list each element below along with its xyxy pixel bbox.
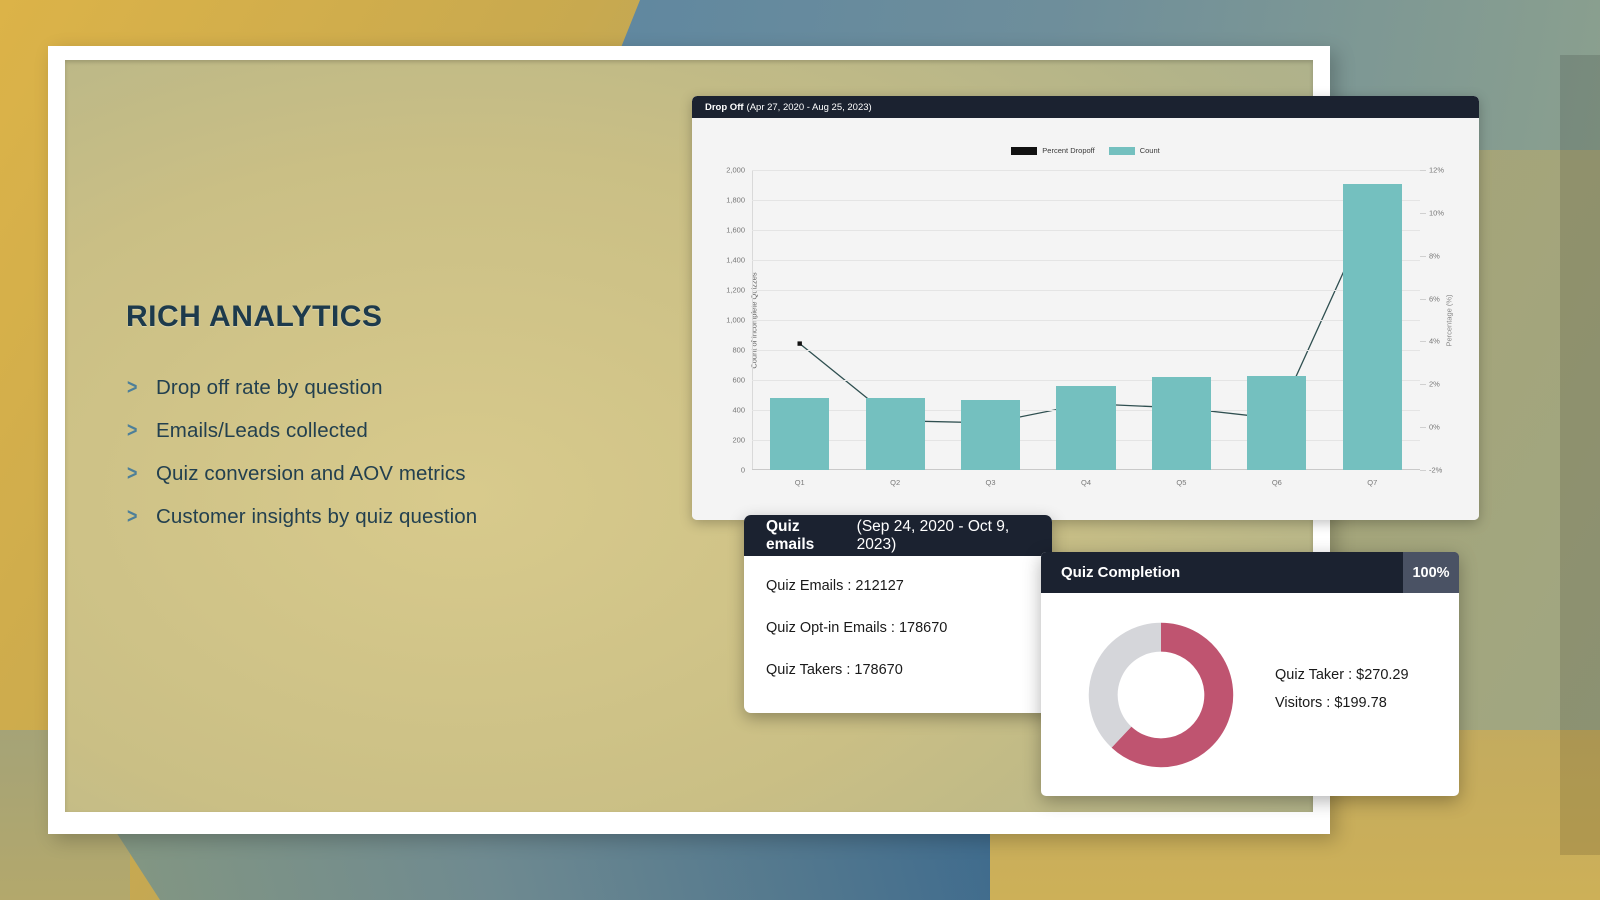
y-axis-tick-label: 1,000 bbox=[726, 315, 745, 325]
chart-gridline bbox=[752, 290, 1420, 291]
chevron-right-icon: > bbox=[127, 505, 138, 528]
dropoff-card-date-range: (Apr 27, 2020 - Aug 25, 2023) bbox=[746, 101, 872, 113]
quiz-emails-date-range: (Sep 24, 2020 - Oct 9, 2023) bbox=[856, 517, 1010, 553]
chart-gridline bbox=[752, 260, 1420, 261]
y-axis-tick-label: 1,200 bbox=[726, 285, 745, 295]
y-axis-right-tick-mark bbox=[1420, 170, 1426, 171]
quiz-emails-card-body: Quiz Emails : 212127 Quiz Opt-in Emails :… bbox=[744, 556, 1052, 678]
chart-bar[interactable] bbox=[960, 399, 1021, 470]
legend-item-label: Percent Dropoff bbox=[1042, 146, 1095, 155]
feature-list-item: > Drop off rate by question bbox=[126, 376, 646, 400]
y-axis-right-tick-label: 2% bbox=[1429, 379, 1440, 389]
y-axis-right-tick-label: -2% bbox=[1429, 465, 1443, 475]
quiz-emails-card-title: Quiz emails bbox=[766, 517, 815, 553]
x-axis-tick-label: Q7 bbox=[1367, 478, 1378, 487]
quiz-completion-card-header: Quiz Completion 100% bbox=[1041, 552, 1459, 593]
y-axis-label-right-text: Percentage (%) bbox=[1444, 293, 1454, 347]
quiz-completion-stat: Visitors : $199.78 bbox=[1275, 694, 1387, 711]
y-axis-right-tick-mark bbox=[1420, 470, 1426, 471]
y-axis-right-tick-label: 10% bbox=[1429, 208, 1445, 218]
x-axis-tick-label: Q2 bbox=[890, 478, 901, 487]
quiz-emails-card: Quiz emails (Sep 24, 2020 - Oct 9, 2023)… bbox=[744, 515, 1052, 713]
y-axis-right-tick-label: 8% bbox=[1429, 251, 1440, 261]
chevron-right-icon: > bbox=[127, 419, 138, 442]
y-axis-right-tick-mark bbox=[1420, 212, 1426, 214]
background-shadow-right bbox=[1560, 55, 1600, 855]
x-axis-tick-label: Q4 bbox=[1080, 478, 1092, 487]
chevron-right-icon: > bbox=[127, 462, 138, 485]
legend-swatch-icon bbox=[1108, 146, 1135, 155]
chart-bar[interactable] bbox=[865, 398, 925, 470]
feature-list-item: > Customer insights by quiz question bbox=[126, 505, 646, 529]
legend-item-label: Count bbox=[1139, 146, 1160, 155]
y-axis-right-tick-mark bbox=[1420, 384, 1426, 386]
dropoff-card-header: Drop Off (Apr 27, 2020 - Aug 25, 2023) bbox=[692, 96, 1479, 118]
y-axis-tick-label: 1,400 bbox=[726, 255, 745, 265]
y-axis-tick-label: 1,600 bbox=[726, 225, 745, 235]
quiz-emails-stat-row: Quiz Opt-in Emails : 178670 bbox=[766, 620, 948, 636]
chart-gridline bbox=[752, 380, 1420, 381]
legend-item[interactable]: Percent Dropoff bbox=[1011, 146, 1095, 155]
feature-list-item: > Quiz conversion and AOV metrics bbox=[126, 462, 646, 486]
chart-bar[interactable] bbox=[770, 398, 830, 470]
y-axis-tick-label: 2,000 bbox=[726, 165, 745, 175]
chart-legend: Percent Dropoff Count bbox=[692, 146, 1479, 155]
y-axis-tick-label: 200 bbox=[732, 435, 745, 445]
quiz-emails-card-header: Quiz emails (Sep 24, 2020 - Oct 9, 2023) bbox=[744, 515, 1052, 556]
feature-list-item-label: Drop off rate by question bbox=[156, 376, 383, 399]
y-axis-tick-label: 600 bbox=[732, 375, 745, 385]
y-axis-right-tick-label: 0% bbox=[1429, 422, 1440, 432]
feature-list-item: > Emails/Leads collected bbox=[126, 419, 646, 443]
chart-gridline bbox=[752, 350, 1420, 351]
chart-gridline bbox=[752, 200, 1420, 201]
y-axis-right-tick-label: 12% bbox=[1429, 165, 1445, 175]
quiz-completion-card: Quiz Completion 100% Quiz Taker : $270.2… bbox=[1041, 552, 1459, 796]
chart-plot-area: 0 200 400 600 800 1,000 1,200 1,400 1,600 1,800 2,… bbox=[726, 166, 1444, 488]
chart-gridline bbox=[752, 320, 1420, 321]
x-axis-tick-label: Q5 bbox=[1176, 478, 1187, 487]
quiz-completion-card-title: Quiz Completion bbox=[1061, 564, 1181, 581]
page-title: RICH ANALYTICS bbox=[126, 300, 383, 333]
y-axis-tick-label: 1,800 bbox=[726, 195, 745, 205]
quiz-completion-card-body: Quiz Taker : $270.29 Visitors : $199.78 bbox=[1041, 593, 1459, 796]
feature-list: > Drop off rate by question > Emails/Leads … bbox=[126, 376, 646, 529]
feature-list-item-label: Emails/Leads collected bbox=[156, 419, 368, 442]
quiz-completion-donut-chart bbox=[1088, 622, 1234, 767]
legend-item[interactable]: Count bbox=[1108, 146, 1160, 155]
content-column: RICH ANALYTICS > Drop off rate by questio… bbox=[126, 300, 646, 548]
quiz-emails-stat-row: Quiz Takers : 178670 bbox=[766, 662, 903, 678]
dropoff-card-title: Drop Off bbox=[705, 101, 744, 113]
y-axis-right-tick-mark bbox=[1420, 255, 1426, 257]
dropoff-chart-card: Drop Off (Apr 27, 2020 - Aug 25, 2023) P… bbox=[692, 96, 1479, 520]
chart-bar[interactable] bbox=[1342, 183, 1402, 470]
y-axis-tick-label: 0 bbox=[740, 465, 745, 475]
y-axis-right-tick-label: 6% bbox=[1429, 294, 1440, 304]
y-axis-right-tick-label: 4% bbox=[1429, 336, 1440, 346]
donut-segment[interactable] bbox=[1088, 622, 1162, 748]
line-data-point-marker[interactable] bbox=[797, 341, 802, 346]
chart-bar[interactable] bbox=[1247, 375, 1307, 470]
chart-gridline bbox=[752, 170, 1420, 171]
chart-bar[interactable] bbox=[1151, 377, 1211, 470]
chart-gridline bbox=[752, 230, 1420, 231]
quiz-completion-stat: Quiz Taker : $270.29 bbox=[1275, 666, 1409, 683]
quiz-emails-stat-row: Quiz Emails : 212127 bbox=[766, 578, 904, 594]
chart-bar[interactable] bbox=[1056, 386, 1116, 470]
feature-list-item-label: Customer insights by quiz question bbox=[156, 505, 478, 528]
y-axis-right-tick-mark bbox=[1420, 427, 1426, 429]
x-axis-tick-label: Q1 bbox=[794, 478, 805, 487]
quiz-completion-badge: 100% bbox=[1403, 552, 1459, 593]
quiz-completion-stats: Quiz Taker : $270.29 Visitors : $199.78 bbox=[1275, 667, 1409, 723]
feature-list-item-label: Quiz conversion and AOV metrics bbox=[156, 462, 466, 485]
y-axis-tick-label: 800 bbox=[732, 345, 745, 355]
chevron-right-icon: > bbox=[127, 376, 138, 399]
y-axis-right-tick-mark bbox=[1420, 298, 1426, 300]
x-axis-tick-label: Q6 bbox=[1271, 478, 1282, 487]
y-axis-tick-label: 400 bbox=[732, 405, 745, 415]
y-axis-right-tick-mark bbox=[1420, 341, 1426, 343]
x-axis-tick-label: Q3 bbox=[985, 478, 996, 487]
legend-swatch-icon bbox=[1011, 146, 1038, 155]
dropoff-chart-body: Percent Dropoff Count Count of Incomplete… bbox=[692, 118, 1479, 520]
